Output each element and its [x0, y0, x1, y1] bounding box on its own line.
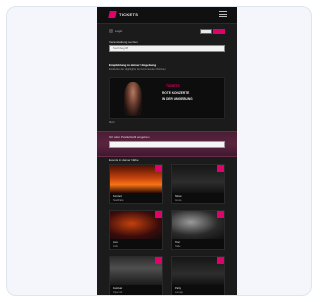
performer-image	[124, 82, 142, 116]
search-input[interactable]: Suchbegriff	[109, 45, 225, 52]
promo-banner[interactable]: TICKETS ROTE KONZERTE IN DER UMGEBUNG	[109, 77, 225, 119]
event-tile[interactable]: Live Club	[109, 210, 163, 250]
ticket-tag-icon	[155, 257, 162, 264]
account-text: Login	[115, 29, 123, 33]
event-name: Tour	[175, 241, 181, 244]
event-name: Show	[175, 195, 182, 198]
promo-subtitle: Entdecke die Highlights der kommenden Wo…	[109, 68, 166, 71]
event-name: Konzert	[113, 195, 122, 198]
ticket-tag-icon	[155, 165, 162, 172]
hamburger-icon[interactable]	[219, 11, 227, 17]
event-name: Live	[113, 241, 118, 244]
event-tile[interactable]: Konzert Stadthalle	[109, 164, 163, 204]
top-bar: TICKETS	[97, 7, 237, 24]
promo-title: Empfehlung in deiner Umgebung	[109, 63, 157, 67]
event-tile[interactable]: Show Arena	[171, 164, 225, 204]
location-label: Ort oder Postleitzahl eingeben	[109, 135, 150, 139]
search-placeholder: Suchbegriff	[113, 46, 129, 50]
account-link[interactable]: Login	[109, 29, 122, 33]
event-meta: Arena	[175, 199, 182, 202]
toggle-1[interactable]	[200, 29, 212, 34]
ticket-tag-icon	[155, 211, 162, 218]
event-tile[interactable]: Festival Open Air	[109, 256, 163, 295]
view-toggle-group	[200, 29, 225, 34]
mobile-page: TICKETS Login Veranstaltung suchen Suchb…	[97, 7, 237, 295]
promo-caption[interactable]: Mehr	[109, 121, 115, 124]
header-row: Login	[109, 29, 225, 37]
screenshot-card: TICKETS Login Veranstaltung suchen Suchb…	[6, 6, 312, 296]
ticket-tag-icon	[217, 211, 224, 218]
promo-brand: TICKETS	[166, 84, 180, 88]
promo-line-2: IN DER UMGEBUNG	[162, 97, 193, 101]
logo[interactable]: TICKETS	[108, 11, 139, 18]
event-tile[interactable]: Party Lounge	[171, 256, 225, 295]
ticket-tag-icon	[217, 257, 224, 264]
event-meta: Halle	[175, 245, 181, 248]
event-meta: Club	[113, 245, 118, 248]
event-tile[interactable]: Tour Halle	[171, 210, 225, 250]
event-meta: Open Air	[113, 291, 123, 294]
promo-line-1: ROTE KONZERTE	[162, 91, 190, 95]
search-label: Veranstaltung suchen	[109, 40, 138, 44]
event-meta: Lounge	[175, 291, 183, 294]
ticket-tag-icon	[217, 165, 224, 172]
event-name: Party	[175, 287, 182, 290]
user-icon	[109, 29, 113, 33]
logo-mark-icon	[108, 11, 117, 18]
toggle-2[interactable]	[213, 29, 225, 34]
event-meta: Stadthalle	[113, 199, 124, 202]
event-name: Festival	[113, 287, 122, 290]
logo-text: TICKETS	[119, 12, 139, 17]
location-stripe: Ort oder Postleitzahl eingeben	[97, 131, 237, 157]
events-title: Events in deiner Nähe	[109, 158, 139, 162]
location-input[interactable]	[109, 141, 225, 148]
